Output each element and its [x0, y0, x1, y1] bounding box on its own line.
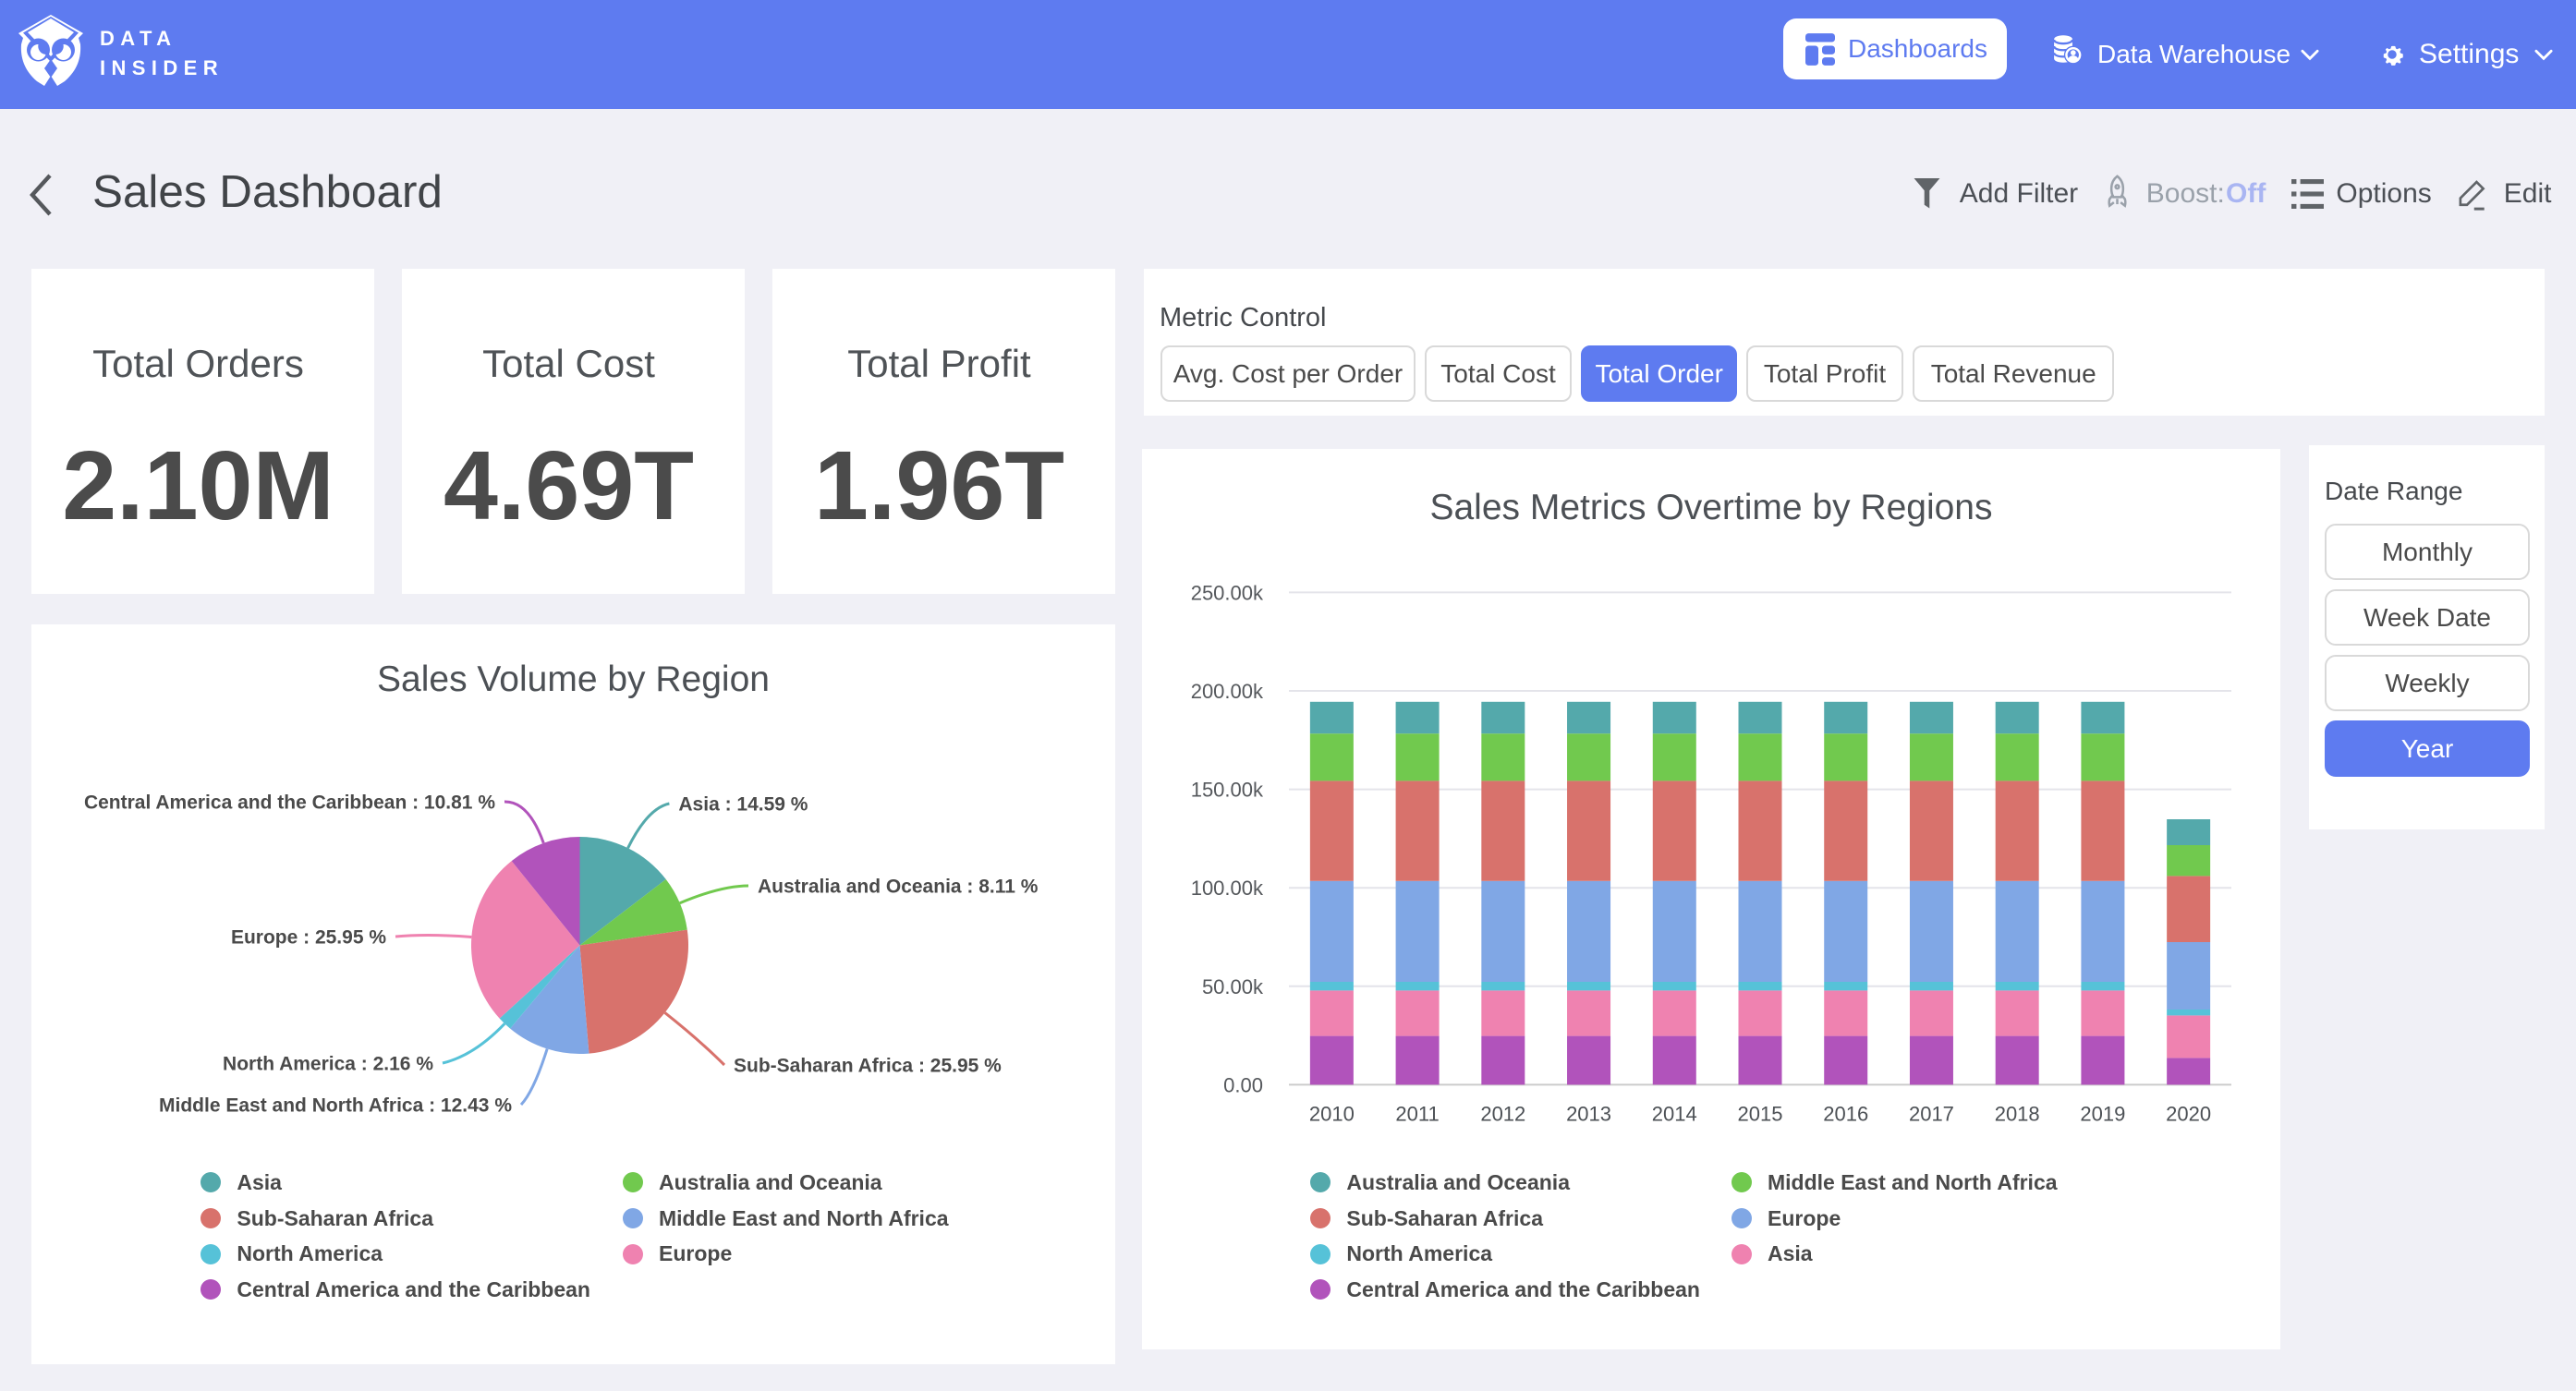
svg-text:2015: 2015 — [1738, 1102, 1783, 1125]
svg-text:2012: 2012 — [1480, 1102, 1525, 1125]
svg-text:250.00k: 250.00k — [1191, 581, 1264, 604]
svg-text:Sub-Saharan Africa : 25.95 %: Sub-Saharan Africa : 25.95 % — [734, 1056, 1002, 1077]
svg-text:Australia and Oceania : 8.11 %: Australia and Oceania : 8.11 % — [758, 877, 1039, 898]
svg-text:2016: 2016 — [1823, 1102, 1868, 1125]
svg-text:100.00k: 100.00k — [1191, 877, 1264, 900]
svg-text:Central America and the Caribb: Central America and the Caribbean : 10.8… — [84, 792, 495, 814]
svg-text:150.00k: 150.00k — [1191, 779, 1264, 802]
svg-text:50.00k: 50.00k — [1202, 975, 1264, 998]
svg-text:2017: 2017 — [1909, 1102, 1954, 1125]
svg-text:2020: 2020 — [2166, 1102, 2211, 1125]
svg-text:2019: 2019 — [2080, 1102, 2125, 1125]
svg-text:2018: 2018 — [1995, 1102, 2040, 1125]
svg-text:2011: 2011 — [1395, 1102, 1439, 1125]
svg-text:North America : 2.16 %: North America : 2.16 % — [223, 1054, 433, 1075]
svg-text:2013: 2013 — [1566, 1102, 1611, 1125]
svg-text:200.00k: 200.00k — [1191, 680, 1264, 703]
svg-text:Europe : 25.95 %: Europe : 25.95 % — [231, 927, 386, 949]
svg-text:Middle East and North Africa :: Middle East and North Africa : 12.43 % — [159, 1095, 512, 1117]
svg-text:0.00: 0.00 — [1223, 1073, 1263, 1096]
svg-text:2010: 2010 — [1309, 1102, 1355, 1125]
svg-text:Asia : 14.59 %: Asia : 14.59 % — [678, 794, 808, 816]
svg-text:2014: 2014 — [1652, 1102, 1697, 1125]
